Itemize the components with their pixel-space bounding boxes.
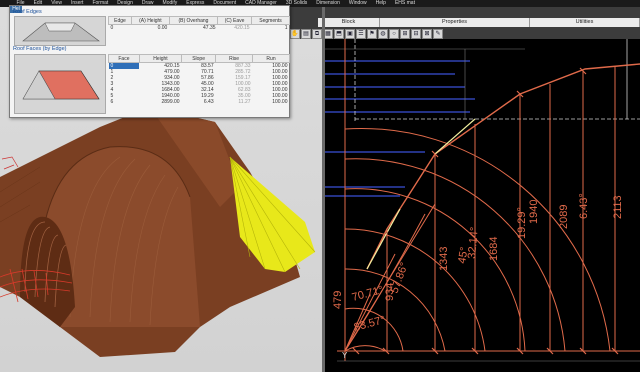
faces-col-rise[interactable]: Rise [215, 54, 254, 63]
menu-item-help[interactable]: Help [371, 0, 390, 7]
roof-edges-thumbnail [14, 16, 106, 46]
cell[interactable]: 6.43 [182, 99, 216, 105]
menu-item-dimension[interactable]: Dimension [312, 0, 345, 7]
ribbon-spacer [288, 18, 318, 27]
tab-block[interactable]: Block [318, 18, 380, 27]
palette-icon[interactable]: ◍ [378, 28, 388, 39]
table-icon[interactable]: ⊞ [400, 28, 410, 39]
edges-col-segments[interactable]: Segments [251, 16, 290, 25]
dim-height-1343: 1343 [438, 247, 450, 271]
roof-faces-table: Face Height Slope Rise Run 0 420.15 83.57 8… [108, 54, 290, 105]
table-row[interactable]: 6 2899.00 6.43 11.27 100.00 [109, 99, 290, 105]
roof-dialog: Hel Roof Edges Edge (A) Height (B) Overh… [9, 5, 290, 118]
dim-height-1940: 1940 [528, 200, 540, 224]
roof-edges-table: Edge (A) Height (B) Overhang (C) Eave Se… [108, 16, 290, 31]
roof-edges-label: Roof Edges [13, 9, 42, 15]
dim-slope-19: 19.29° [516, 207, 528, 239]
cell[interactable]: 0 [109, 25, 132, 31]
list-icon[interactable]: ☰ [356, 28, 366, 39]
roof-section-drawing: 479 70.71° 83.57° 934 57.86° 1343 45° 32… [325, 39, 640, 362]
edges-col-overhang[interactable]: (B) Overhang [168, 16, 219, 25]
roof-faces-label: Roof Faces (by Edge) [13, 46, 67, 52]
cell[interactable]: 2899.00 [139, 99, 181, 105]
toolbar-row: ✋ ▤ ⧉ ▦ ⬒ ▣ ☰ ⚑ ◍ ○ ⊞ ⊟ ⊠ ✎ [288, 28, 640, 39]
cell[interactable]: 0.00 [131, 25, 169, 31]
cell[interactable]: 420.15 [218, 25, 252, 31]
dim-slope-6: 6.43° [578, 193, 590, 219]
pan-icon[interactable]: ✋ [290, 28, 300, 39]
properties-icon[interactable]: ▣ [345, 28, 355, 39]
measure-icon[interactable]: ⊠ [422, 28, 432, 39]
faces-col-height[interactable]: Height [138, 54, 183, 63]
y-axis-label: Y [342, 351, 348, 360]
viewport-2d[interactable]: 479 70.71° 83.57° 934 57.86° 1343 45° 32… [325, 39, 640, 372]
dim-height-479: 479 [332, 291, 344, 309]
pencil-icon[interactable]: ✎ [433, 28, 443, 39]
dim-height-2089: 2089 [558, 205, 570, 229]
ribbon: Block Properties Utilities ✋ ▤ ⧉ ▦ ⬒ ▣ ☰… [288, 7, 640, 39]
faces-col-run[interactable]: Run [252, 54, 290, 63]
copy-icon[interactable]: ⧉ [312, 28, 322, 39]
circle-icon[interactable]: ○ [389, 28, 399, 39]
faces-col-face[interactable]: Face [108, 54, 140, 63]
cell[interactable]: 1 [252, 25, 290, 31]
dim-height-2113: 2113 [612, 195, 624, 219]
roof-faces-thumbnail [14, 54, 106, 114]
insert-icon[interactable]: ⬒ [334, 28, 344, 39]
dim-slope-83: 83.57° [353, 314, 387, 334]
edges-col-eave[interactable]: (C) Eave [217, 16, 253, 25]
edges-col-edge[interactable]: Edge [108, 16, 132, 25]
dim-slope-32: 32.14° [466, 226, 481, 259]
cell[interactable]: 100.00 [253, 99, 290, 105]
flag-icon[interactable]: ⚑ [367, 28, 377, 39]
grid-icon[interactable]: ⊟ [411, 28, 421, 39]
ribbon-panel-tabs: Block Properties Utilities [288, 18, 640, 27]
table-row[interactable]: 0 0.00 47.35 420.15 1 [109, 25, 290, 31]
cell[interactable]: 6 [109, 99, 140, 105]
cell[interactable]: 11.27 [216, 99, 253, 105]
layer-icon[interactable]: ▤ [301, 28, 311, 39]
menu-item-ehs-mat[interactable]: EHS mat [390, 0, 419, 7]
dim-slope-70: 70.71° [351, 284, 385, 304]
menu-item-window[interactable]: Window [344, 0, 371, 7]
cell[interactable]: 47.35 [169, 25, 217, 31]
tab-utilities[interactable]: Utilities [530, 18, 640, 27]
edges-col-height[interactable]: (A) Height [130, 16, 170, 25]
dim-height-1684: 1684 [488, 237, 500, 261]
tab-properties[interactable]: Properties [380, 18, 530, 27]
faces-col-slope[interactable]: Slope [181, 54, 217, 63]
